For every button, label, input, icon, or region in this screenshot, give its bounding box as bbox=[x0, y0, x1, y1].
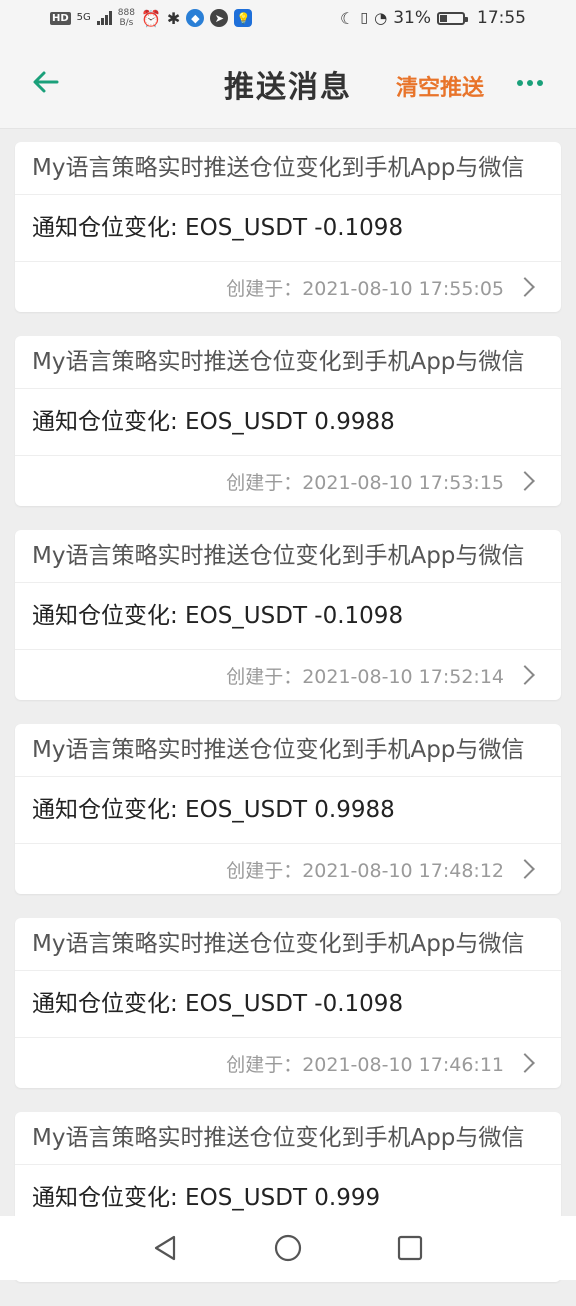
message-footer[interactable]: 创建于：2021-08-10 17:46:11 bbox=[15, 1038, 561, 1088]
app-header: 推送消息 清空推送 bbox=[0, 38, 576, 129]
speedometer-icon: ◔ bbox=[374, 9, 388, 27]
message-footer[interactable]: 创建于：2021-08-10 17:53:15 bbox=[15, 456, 561, 506]
clear-push-button[interactable]: 清空推送 bbox=[396, 70, 484, 102]
status-bar: HD 5G 888 B/s ⏰ ✱ ◆ ➤ 💡 ☾ ▯ ◔ 31% 17:55 bbox=[0, 0, 576, 38]
back-arrow-icon bbox=[33, 71, 59, 93]
message-title: My语言策略实时推送仓位变化到手机App与微信 bbox=[15, 1112, 561, 1165]
message-list: My语言策略实时推送仓位变化到手机App与微信 通知仓位变化: EOS_USDT… bbox=[15, 142, 561, 1306]
created-time: 创建于：2021-08-10 17:52:14 bbox=[226, 665, 504, 688]
more-dot-icon bbox=[527, 80, 533, 86]
message-card[interactable]: My语言策略实时推送仓位变化到手机App与微信 通知仓位变化: EOS_USDT… bbox=[15, 530, 561, 700]
chevron-right-icon bbox=[515, 859, 535, 879]
network-speed: 888 B/s bbox=[118, 8, 135, 28]
message-title: My语言策略实时推送仓位变化到手机App与微信 bbox=[15, 724, 561, 777]
speed-unit: B/s bbox=[119, 18, 134, 28]
message-body: 通知仓位变化: EOS_USDT -0.1098 bbox=[15, 195, 561, 262]
alarm-icon: ⏰ bbox=[140, 8, 161, 28]
message-title: My语言策略实时推送仓位变化到手机App与微信 bbox=[15, 918, 561, 971]
hd-badge: HD bbox=[50, 11, 71, 25]
network-type: 5G bbox=[76, 12, 91, 23]
created-time: 创建于：2021-08-10 17:55:05 bbox=[226, 277, 504, 300]
chevron-right-icon bbox=[515, 665, 535, 685]
message-card[interactable]: My语言策略实时推送仓位变化到手机App与微信 通知仓位变化: EOS_USDT… bbox=[15, 918, 561, 1088]
message-body: 通知仓位变化: EOS_USDT -0.1098 bbox=[15, 583, 561, 650]
more-dot-icon bbox=[517, 80, 523, 86]
created-time: 创建于：2021-08-10 17:46:11 bbox=[226, 1053, 504, 1076]
message-footer[interactable]: 创建于：2021-08-10 17:55:05 bbox=[15, 262, 561, 312]
message-title: My语言策略实时推送仓位变化到手机App与微信 bbox=[15, 530, 561, 583]
speed-value: 888 bbox=[117, 8, 135, 18]
chevron-right-icon bbox=[515, 471, 535, 491]
message-footer[interactable]: 创建于：2021-08-10 17:52:14 bbox=[15, 650, 561, 700]
bluetooth-icon: ✱ bbox=[166, 8, 181, 28]
battery-percent: 31% bbox=[393, 8, 431, 28]
nav-home-button[interactable] bbox=[273, 1233, 303, 1263]
moon-icon: ☾ bbox=[340, 8, 355, 28]
page-title: 推送消息 bbox=[224, 70, 352, 105]
message-footer[interactable]: 创建于：2021-08-10 17:48:12 bbox=[15, 844, 561, 894]
nav-back-button[interactable] bbox=[150, 1233, 180, 1263]
battery-icon bbox=[437, 11, 468, 25]
vpn-icon: ➤ bbox=[210, 9, 229, 27]
system-nav-bar bbox=[0, 1216, 576, 1280]
created-time: 创建于：2021-08-10 17:53:15 bbox=[226, 471, 504, 494]
more-dot-icon bbox=[537, 80, 543, 86]
clock: 17:55 bbox=[477, 8, 526, 28]
chevron-right-icon bbox=[515, 277, 535, 297]
message-card[interactable]: My语言策略实时推送仓位变化到手机App与微信 通知仓位变化: EOS_USDT… bbox=[15, 724, 561, 894]
signal-icon bbox=[96, 11, 112, 25]
nav-recents-button[interactable] bbox=[395, 1233, 425, 1263]
triangle-back-icon bbox=[154, 1235, 176, 1261]
message-card[interactable]: My语言策略实时推送仓位变化到手机App与微信 通知仓位变化: EOS_USDT… bbox=[15, 142, 561, 312]
back-button[interactable] bbox=[30, 66, 62, 98]
message-title: My语言策略实时推送仓位变化到手机App与微信 bbox=[15, 142, 561, 195]
status-right: ☾ ▯ ◔ 31% 17:55 bbox=[340, 8, 526, 28]
status-left: HD 5G 888 B/s ⏰ ✱ ◆ ➤ 💡 bbox=[50, 8, 253, 28]
message-body: 通知仓位变化: EOS_USDT -0.1098 bbox=[15, 971, 561, 1038]
vibrate-icon: ▯ bbox=[360, 10, 369, 26]
created-time: 创建于：2021-08-10 17:48:12 bbox=[226, 859, 504, 882]
chevron-right-icon bbox=[515, 1053, 535, 1073]
message-body: 通知仓位变化: EOS_USDT 0.9988 bbox=[15, 777, 561, 844]
app-notification-icon: ◆ bbox=[186, 9, 205, 27]
message-card[interactable]: My语言策略实时推送仓位变化到手机App与微信 通知仓位变化: EOS_USDT… bbox=[15, 336, 561, 506]
circle-home-icon bbox=[274, 1234, 302, 1262]
message-title: My语言策略实时推送仓位变化到手机App与微信 bbox=[15, 336, 561, 389]
more-menu-button[interactable] bbox=[517, 80, 543, 86]
battery-fill bbox=[440, 14, 447, 22]
square-recents-icon bbox=[397, 1235, 423, 1261]
bulb-notification-icon: 💡 bbox=[234, 9, 253, 27]
message-body: 通知仓位变化: EOS_USDT 0.9988 bbox=[15, 389, 561, 456]
